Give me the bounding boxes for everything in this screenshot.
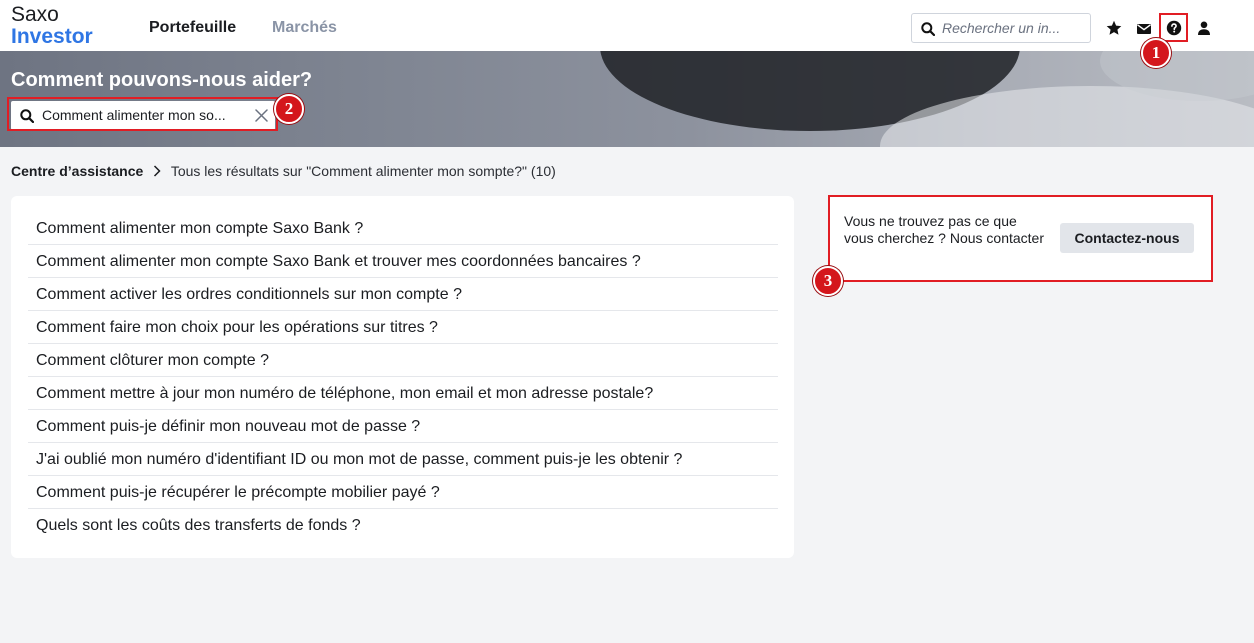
annotation-highlight-search (7, 97, 278, 131)
search-result-item[interactable]: Comment alimenter mon compte Saxo Bank e… (28, 245, 778, 278)
search-results-list: Comment alimenter mon compte Saxo Bank ?… (28, 196, 778, 542)
search-result-item[interactable]: Comment puis-je définir mon nouveau mot … (28, 410, 778, 443)
logo-text-saxo: Saxo (11, 3, 59, 26)
search-result-item[interactable]: Comment puis-je récupérer le précompte m… (28, 476, 778, 509)
search-result-item[interactable]: J'ai oublié mon numéro d'identifiant ID … (28, 443, 778, 476)
search-result-item[interactable]: Comment alimenter mon compte Saxo Bank ? (28, 213, 778, 245)
nav-tab-portfolio[interactable]: Portefeuille (149, 19, 236, 37)
search-icon (921, 22, 935, 36)
search-result-item[interactable]: Comment clôturer mon compte ? (28, 344, 778, 377)
chevron-right-icon (154, 165, 161, 177)
nav-tab-markets[interactable]: Marchés (272, 19, 337, 37)
instrument-search-input[interactable] (942, 18, 1086, 38)
saxo-investor-logo[interactable]: Saxo Investor (11, 4, 93, 48)
user-icon[interactable] (1196, 20, 1212, 36)
breadcrumb-help-center-link[interactable]: Centre d’assistance (11, 163, 143, 179)
breadcrumb: Centre d’assistance Tous les résultats s… (11, 163, 556, 179)
annotation-badge: 3 (813, 266, 843, 296)
annotation-highlight-help (1159, 13, 1188, 42)
search-results-card: Comment alimenter mon compte Saxo Bank ?… (11, 196, 794, 558)
help-page-title: Comment pouvons-nous aider? (11, 69, 313, 91)
logo-text-investor: Investor (11, 25, 93, 48)
search-result-item[interactable]: Comment mettre à jour mon numéro de télé… (28, 377, 778, 410)
instrument-search-box[interactable] (911, 13, 1091, 43)
top-navigation-bar: Saxo Investor Portefeuille Marchés (0, 0, 1254, 51)
search-result-item[interactable]: Comment faire mon choix pour les opérati… (28, 311, 778, 344)
annotation-badge: 1 (1141, 38, 1171, 68)
annotation-badge: 2 (274, 94, 304, 124)
mail-icon[interactable] (1136, 21, 1152, 37)
search-result-item[interactable]: Comment activer les ordres conditionnels… (28, 278, 778, 311)
breadcrumb-current: Tous les résultats sur "Comment alimente… (170, 163, 556, 179)
star-icon[interactable] (1106, 20, 1122, 36)
annotation-highlight-contact (828, 195, 1213, 282)
search-result-item[interactable]: Quels sont les coûts des transferts de f… (28, 509, 778, 542)
